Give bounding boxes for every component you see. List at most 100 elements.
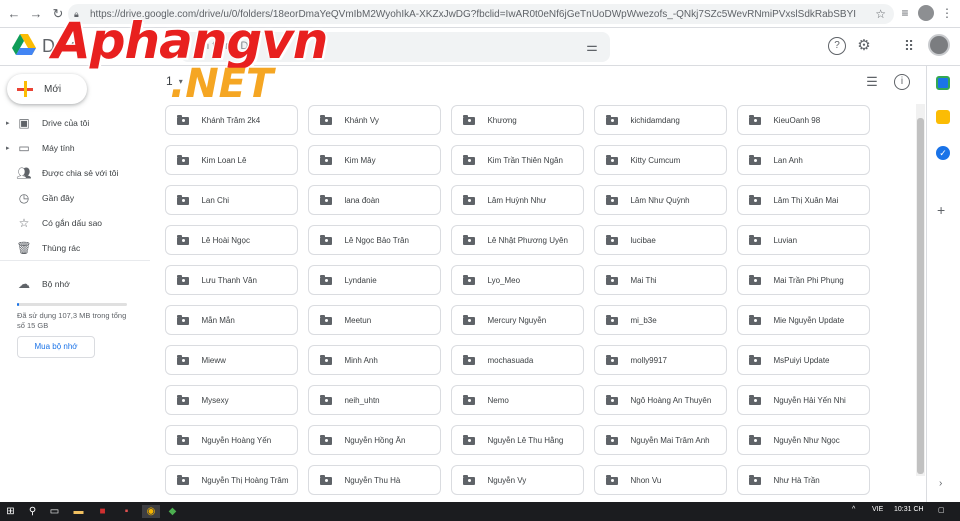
browser-menu-icon[interactable]: ⋮ <box>940 6 954 20</box>
folder-item[interactable]: Lâm Huỳnh Như <box>451 185 584 215</box>
browser-profile-avatar[interactable] <box>918 5 934 21</box>
folder-item[interactable]: Nguyễn Vy <box>451 465 584 495</box>
folder-item[interactable]: Nguyễn Như Ngọc <box>737 425 870 455</box>
sidebar-item-computers[interactable]: ▸ ▭ Máy tính <box>0 139 150 157</box>
expand-arrow-icon[interactable]: ▸ <box>6 119 14 127</box>
folder-item[interactable]: kichidamdang <box>594 105 727 135</box>
sidebar-item-starred[interactable]: ☆ Có gắn dấu sao <box>0 214 150 232</box>
notification-icon[interactable]: ▢ <box>938 506 945 514</box>
drive-logo-icon[interactable] <box>12 34 36 56</box>
reading-list-icon[interactable]: ≡ <box>898 6 912 20</box>
folder-item[interactable]: Khương <box>451 105 584 135</box>
bookmark-star-icon[interactable]: ☆ <box>875 7 886 21</box>
add-addon-icon[interactable]: + <box>937 202 945 218</box>
folder-item[interactable]: Mieww <box>165 345 298 375</box>
apps-grid-icon[interactable]: ⠿ <box>900 37 918 55</box>
account-avatar[interactable] <box>928 34 950 56</box>
folder-item[interactable]: molly9917 <box>594 345 727 375</box>
info-icon[interactable]: i <box>894 74 910 90</box>
folder-item[interactable]: Mai Trần Phi Phụng <box>737 265 870 295</box>
folder-item[interactable]: Nguyễn Hải Yến Nhi <box>737 385 870 415</box>
folder-item[interactable]: Kitty Cumcum <box>594 145 727 175</box>
app-icon-green[interactable]: ◆ <box>166 505 179 518</box>
search-input[interactable]: m trong Dr ⚌ <box>180 32 610 62</box>
breadcrumb[interactable]: 1 ▾ <box>166 74 183 88</box>
folder-item[interactable]: Kim Trần Thiên Ngân <box>451 145 584 175</box>
reload-icon[interactable]: ↻ <box>50 6 66 22</box>
folder-item[interactable]: Nguyễn Thị Hoàng Trâm <box>165 465 298 495</box>
sidebar-item-shared-with-me[interactable]: 👥︎ Được chia sẻ với tôi <box>0 164 150 182</box>
file-explorer-icon[interactable]: ▬ <box>72 505 85 518</box>
folder-item[interactable]: Lâm Như Quỳnh <box>594 185 727 215</box>
folder-item[interactable]: Mai Thi <box>594 265 727 295</box>
chrome-icon[interactable]: ◉ <box>142 505 160 518</box>
folder-item[interactable]: Lê Hoài Ngọc <box>165 225 298 255</box>
folder-item[interactable]: lucibae <box>594 225 727 255</box>
taskbar-clock[interactable]: 10:31 CH <box>894 506 924 513</box>
folder-item[interactable]: Lan Chi <box>165 185 298 215</box>
buy-storage-button[interactable]: Mua bộ nhớ <box>17 336 95 358</box>
chevron-right-icon[interactable]: › <box>939 478 942 489</box>
folder-item[interactable]: Mẫn Mẫn <box>165 305 298 335</box>
folder-item[interactable]: Khánh Trâm 2k4 <box>165 105 298 135</box>
folder-item[interactable]: Mysexy <box>165 385 298 415</box>
folder-item[interactable]: Nguyễn Thu Hà <box>308 465 441 495</box>
sidebar-item-my-drive[interactable]: ▸ ▣ Drive của tôi <box>0 114 150 132</box>
taskbar-tray-arrow-icon[interactable]: ^ <box>852 506 855 513</box>
folder-item[interactable]: Nguyễn Lê Thu Hằng <box>451 425 584 455</box>
folder-item[interactable]: Kim Loan Lê <box>165 145 298 175</box>
app-icon-red[interactable]: ■ <box>96 505 109 518</box>
app-icon-pdf[interactable]: ▪ <box>120 505 133 518</box>
folder-item[interactable]: Lyndanie <box>308 265 441 295</box>
folder-item[interactable]: mochasuada <box>451 345 584 375</box>
folder-item[interactable]: Luvian <box>737 225 870 255</box>
help-icon[interactable]: ? <box>828 37 846 55</box>
search-icon[interactable]: ⚲ <box>26 505 39 518</box>
breadcrumb-current-folder[interactable]: 1 <box>166 74 173 88</box>
folder-item[interactable]: Minh Anh <box>308 345 441 375</box>
folder-item[interactable]: Như Hà Trần <box>737 465 870 495</box>
tasks-icon[interactable]: ✓ <box>936 146 950 160</box>
url-text[interactable]: https://drive.google.com/drive/u/0/folde… <box>90 9 870 20</box>
folder-item[interactable]: neih_uhtn <box>308 385 441 415</box>
sidebar-item-recent[interactable]: ◷ Gần đây <box>0 189 150 207</box>
new-button[interactable]: Mới <box>7 74 87 104</box>
input-language[interactable]: VIE <box>872 506 883 513</box>
folder-item[interactable]: Nguyễn Hồng Ân <box>308 425 441 455</box>
sidebar-item-trash[interactable]: 🗑︎ Thùng rác <box>0 239 150 257</box>
folder-item[interactable]: Mie Nguyễn Update <box>737 305 870 335</box>
expand-arrow-icon[interactable]: ▸ <box>6 144 14 152</box>
folder-item[interactable]: Meetun <box>308 305 441 335</box>
task-view-icon[interactable]: ▭ <box>48 505 61 518</box>
folder-item[interactable]: Mercury Nguyễn <box>451 305 584 335</box>
folder-item[interactable]: Lyo_Meo <box>451 265 584 295</box>
sidebar-item-storage[interactable]: ☁ Bộ nhớ <box>0 275 150 293</box>
search-options-icon[interactable]: ⚌ <box>582 37 602 57</box>
forward-icon[interactable]: → <box>28 6 44 22</box>
folder-item[interactable]: KieuOanh 98 <box>737 105 870 135</box>
calendar-icon[interactable] <box>936 76 950 90</box>
list-view-icon[interactable]: ☰ <box>864 74 880 90</box>
folder-item[interactable]: Lê Nhật Phương Uyên <box>451 225 584 255</box>
folder-item[interactable]: Lan Anh <box>737 145 870 175</box>
folder-item[interactable]: mi_b3e <box>594 305 727 335</box>
folder-item[interactable]: Lưu Thanh Vân <box>165 265 298 295</box>
folder-item[interactable]: Nhon Vu <box>594 465 727 495</box>
scrollbar-thumb[interactable] <box>917 118 924 474</box>
windows-start-icon[interactable]: ⊞ <box>4 505 17 518</box>
folder-item[interactable]: lana đoàn <box>308 185 441 215</box>
folder-item[interactable]: Kim Mây <box>308 145 441 175</box>
folder-item[interactable]: Khánh Vy <box>308 105 441 135</box>
keep-icon[interactable] <box>936 110 950 124</box>
folder-item[interactable]: MsPuiyi Update <box>737 345 870 375</box>
folder-item[interactable]: Lâm Thị Xuân Mai <box>737 185 870 215</box>
settings-gear-icon[interactable]: ⚙ <box>855 37 873 55</box>
folder-item[interactable]: Ngô Hoàng An Thuyên <box>594 385 727 415</box>
folder-item[interactable]: Nemo <box>451 385 584 415</box>
back-icon[interactable]: ← <box>6 6 22 22</box>
chevron-down-icon[interactable]: ▾ <box>179 77 183 86</box>
folder-item[interactable]: Lê Ngọc Bảo Trân <box>308 225 441 255</box>
folder-item[interactable]: Nguyễn Mai Trâm Anh <box>594 425 727 455</box>
folder-item[interactable]: Nguyễn Hoàng Yến <box>165 425 298 455</box>
address-bar[interactable]: 🔒︎ https://drive.google.com/drive/u/0/fo… <box>68 4 894 24</box>
